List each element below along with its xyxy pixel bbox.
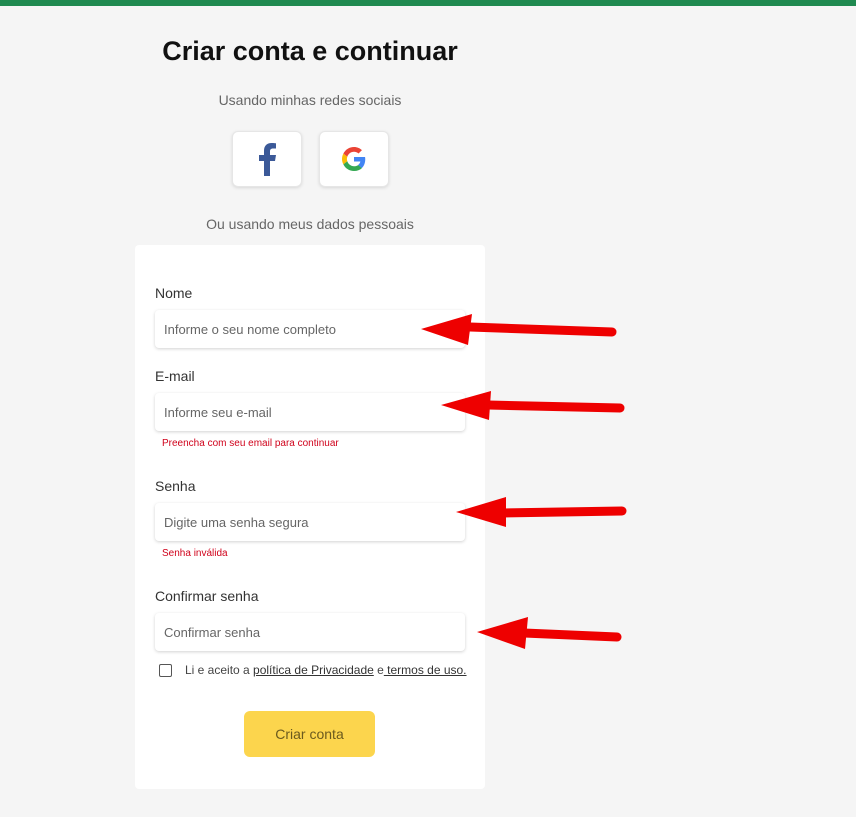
name-label: Nome bbox=[155, 285, 193, 301]
page-title: Criar conta e continuar bbox=[162, 36, 458, 66]
terms-prefix-text: Li e aceito a bbox=[185, 663, 254, 677]
password-input[interactable] bbox=[155, 503, 465, 541]
privacy-policy-link[interactable]: política de Privacidade bbox=[253, 663, 374, 677]
email-input[interactable] bbox=[155, 393, 465, 431]
annotation-arrow-confirm bbox=[477, 617, 622, 649]
google-icon bbox=[342, 147, 366, 171]
facebook-login-button[interactable] bbox=[232, 131, 302, 187]
top-accent-bar bbox=[0, 0, 856, 6]
social-login-row bbox=[232, 131, 389, 187]
terms-middle-text: e bbox=[373, 663, 384, 677]
confirm-password-label: Confirmar senha bbox=[155, 588, 259, 604]
personal-data-subtitle: Ou usando meus dados pessoais bbox=[206, 216, 414, 232]
google-login-button[interactable] bbox=[319, 131, 389, 187]
facebook-icon bbox=[259, 143, 276, 176]
terms-row: Li e aceito a política de Privacidade e … bbox=[159, 663, 467, 677]
name-input[interactable] bbox=[155, 310, 465, 348]
terms-of-use-link[interactable]: termos de uso. bbox=[384, 663, 466, 677]
signup-form-card: Nome E-mail Preencha com seu email para … bbox=[135, 245, 485, 789]
terms-checkbox[interactable] bbox=[159, 663, 172, 677]
email-error-message: Preencha com seu email para continuar bbox=[162, 438, 339, 449]
confirm-password-input[interactable] bbox=[155, 613, 465, 651]
social-subtitle: Usando minhas redes sociais bbox=[218, 92, 402, 108]
create-account-button[interactable]: Criar conta bbox=[244, 711, 375, 757]
password-label: Senha bbox=[155, 478, 196, 494]
email-label: E-mail bbox=[155, 368, 195, 384]
password-error-message: Senha inválida bbox=[162, 548, 228, 559]
